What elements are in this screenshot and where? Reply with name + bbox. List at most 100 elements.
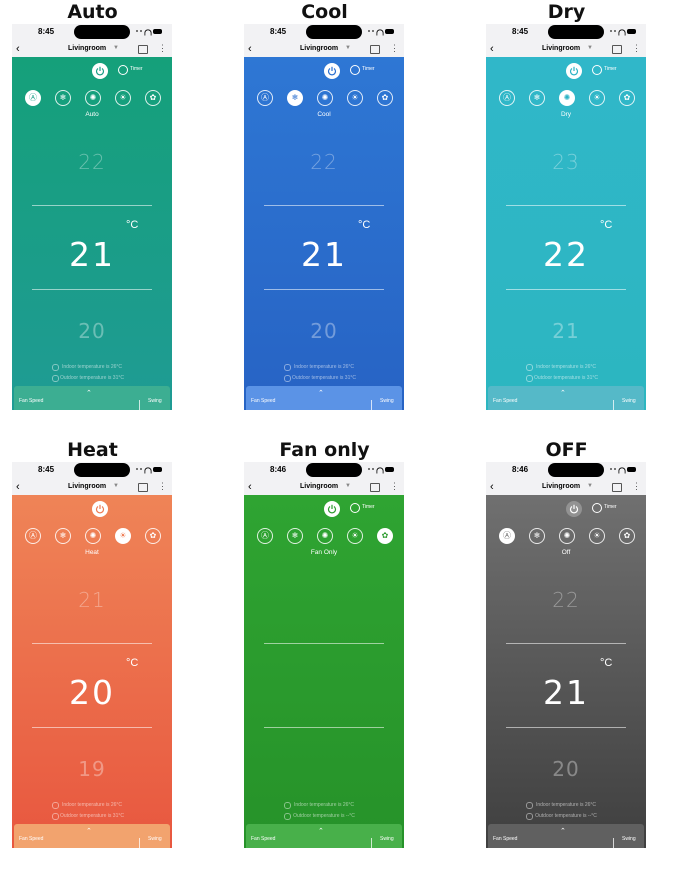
- mode-fan-button[interactable]: ✿: [145, 90, 161, 106]
- mode-dry-button[interactable]: ✺: [317, 528, 333, 544]
- mode-heat-button[interactable]: ☀: [347, 90, 363, 106]
- power-icon: [327, 66, 337, 76]
- alarm-clock-icon[interactable]: [592, 65, 602, 75]
- mode-heat-button[interactable]: ☀: [115, 90, 131, 106]
- room-selector[interactable]: Livingroom: [542, 45, 580, 52]
- timer-label[interactable]: Timer: [362, 66, 375, 72]
- mode-cool-button[interactable]: ❄: [55, 90, 71, 106]
- mode-cool-button[interactable]: ❄: [287, 90, 303, 106]
- temperature-up-value[interactable]: 22: [12, 150, 172, 174]
- chevron-up-icon[interactable]: ⌃: [86, 827, 92, 835]
- chevron-down-icon[interactable]: ▼: [113, 483, 119, 489]
- back-chevron-icon[interactable]: ‹: [248, 42, 252, 56]
- mode-cool-button[interactable]: ❄: [529, 90, 545, 106]
- divider: [32, 289, 152, 290]
- room-selector[interactable]: Livingroom: [300, 483, 338, 490]
- mode-auto-button[interactable]: Ⓐ: [499, 528, 515, 544]
- temperature-up-value[interactable]: 22: [486, 588, 646, 612]
- alarm-clock-icon[interactable]: [118, 65, 128, 75]
- mode-auto-button[interactable]: Ⓐ: [499, 90, 515, 106]
- more-icon[interactable]: ⋮: [158, 481, 167, 492]
- mode-auto-button[interactable]: Ⓐ: [25, 90, 41, 106]
- back-chevron-icon[interactable]: ‹: [16, 480, 20, 494]
- calendar-icon[interactable]: [138, 483, 148, 492]
- room-selector[interactable]: Livingroom: [542, 483, 580, 490]
- chevron-down-icon[interactable]: ▼: [345, 45, 351, 51]
- mode-heat-button[interactable]: ☀: [115, 528, 131, 544]
- mode-dry-button[interactable]: ✺: [317, 90, 333, 106]
- wifi-icon: [144, 467, 152, 474]
- back-chevron-icon[interactable]: ‹: [16, 42, 20, 56]
- alarm-clock-icon[interactable]: [350, 65, 360, 75]
- timer-label[interactable]: Timer: [604, 66, 617, 72]
- room-selector[interactable]: Livingroom: [300, 45, 338, 52]
- chevron-down-icon[interactable]: ▼: [113, 45, 119, 51]
- timer-label[interactable]: Timer: [130, 66, 143, 72]
- mode-heat-button[interactable]: ☀: [589, 528, 605, 544]
- temperature-up-value[interactable]: 21: [12, 588, 172, 612]
- back-chevron-icon[interactable]: ‹: [490, 480, 494, 494]
- chevron-up-icon[interactable]: ⌃: [318, 389, 324, 397]
- chevron-up-icon[interactable]: ⌃: [318, 827, 324, 835]
- timer-label[interactable]: Timer: [604, 504, 617, 510]
- temperature-down-value[interactable]: 20: [12, 319, 172, 343]
- status-time: 8:46: [512, 465, 529, 474]
- mode-heat-button[interactable]: ☀: [589, 90, 605, 106]
- power-button[interactable]: [92, 501, 108, 517]
- chevron-down-icon[interactable]: ▼: [587, 483, 593, 489]
- room-selector[interactable]: Livingroom: [68, 45, 106, 52]
- back-chevron-icon[interactable]: ‹: [490, 42, 494, 56]
- power-button[interactable]: [324, 63, 340, 79]
- more-icon[interactable]: ⋮: [632, 43, 641, 54]
- temperature-up-value[interactable]: 22: [244, 150, 404, 174]
- timer-label[interactable]: Timer: [362, 504, 375, 510]
- more-icon[interactable]: ⋮: [158, 43, 167, 54]
- mode-auto-button[interactable]: Ⓐ: [25, 528, 41, 544]
- chevron-up-icon[interactable]: ⌃: [560, 827, 566, 835]
- calendar-icon[interactable]: [370, 45, 380, 54]
- chevron-up-icon[interactable]: ⌃: [86, 389, 92, 397]
- temperature-up-value[interactable]: 23: [486, 150, 646, 174]
- more-icon[interactable]: ⋮: [632, 481, 641, 492]
- temperature-down-value[interactable]: 20: [244, 319, 404, 343]
- room-selector[interactable]: Livingroom: [68, 483, 106, 490]
- outdoor-temperature-text: Outdoor temperature is 31°C: [534, 375, 598, 381]
- temperature-down-value[interactable]: 20: [486, 757, 646, 781]
- chevron-down-icon[interactable]: ▼: [345, 483, 351, 489]
- power-button[interactable]: [324, 501, 340, 517]
- mode-auto-button[interactable]: Ⓐ: [257, 90, 273, 106]
- mode-fan-button[interactable]: ✿: [145, 528, 161, 544]
- chevron-down-icon[interactable]: ▼: [587, 45, 593, 51]
- alarm-clock-icon[interactable]: [592, 503, 602, 513]
- mode-fan-button[interactable]: ✿: [377, 90, 393, 106]
- calendar-icon[interactable]: [370, 483, 380, 492]
- mode-fan-button[interactable]: ✿: [619, 528, 635, 544]
- fan-speed-label: Fan Speed: [493, 398, 518, 404]
- mode-cool-button[interactable]: ❄: [529, 528, 545, 544]
- mode-dry-button[interactable]: ✺: [559, 528, 575, 544]
- mode-dry-button[interactable]: ✺: [85, 90, 101, 106]
- mode-cool-button[interactable]: ❄: [287, 528, 303, 544]
- mode-dry-button[interactable]: ✺: [559, 90, 575, 106]
- power-button[interactable]: [92, 63, 108, 79]
- mode-cool-button[interactable]: ❄: [55, 528, 71, 544]
- calendar-icon[interactable]: [138, 45, 148, 54]
- status-bar: 8:45: [12, 462, 172, 480]
- power-button[interactable]: [566, 501, 582, 517]
- mode-fan-button[interactable]: ✿: [619, 90, 635, 106]
- power-button[interactable]: [566, 63, 582, 79]
- mode-heat-button[interactable]: ☀: [347, 528, 363, 544]
- more-icon[interactable]: ⋮: [390, 43, 399, 54]
- mode-fan-button[interactable]: ✿: [377, 528, 393, 544]
- status-bar: 8:46: [486, 462, 646, 480]
- temperature-down-value[interactable]: 19: [12, 757, 172, 781]
- mode-dry-button[interactable]: ✺: [85, 528, 101, 544]
- temperature-down-value[interactable]: 21: [486, 319, 646, 343]
- calendar-icon[interactable]: [612, 483, 622, 492]
- mode-auto-button[interactable]: Ⓐ: [257, 528, 273, 544]
- chevron-up-icon[interactable]: ⌃: [560, 389, 566, 397]
- calendar-icon[interactable]: [612, 45, 622, 54]
- more-icon[interactable]: ⋮: [390, 481, 399, 492]
- back-chevron-icon[interactable]: ‹: [248, 480, 252, 494]
- alarm-clock-icon[interactable]: [350, 503, 360, 513]
